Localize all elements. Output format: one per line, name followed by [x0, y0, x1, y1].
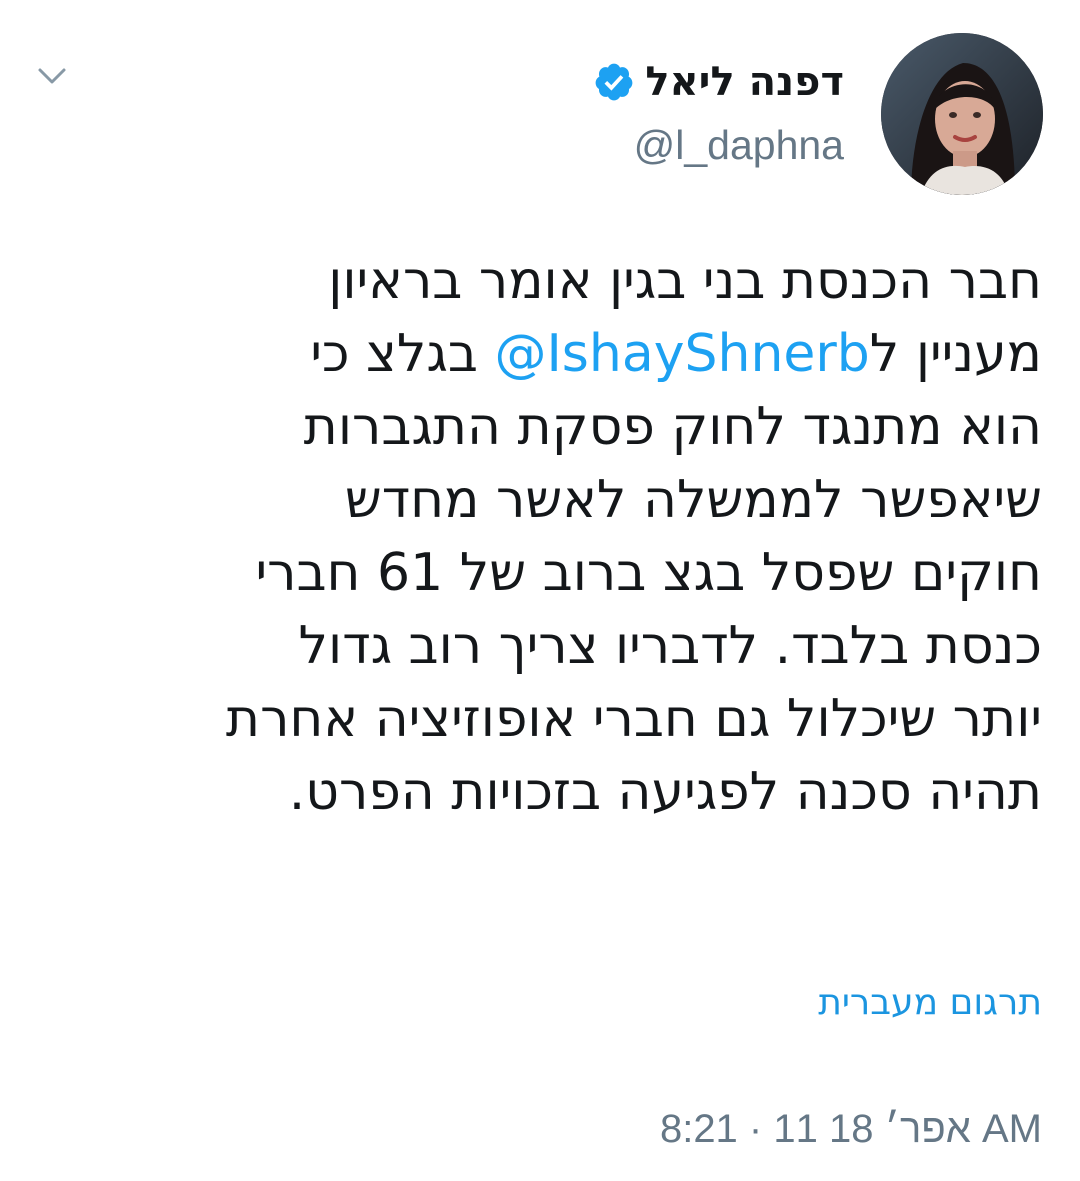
- tweet-line: כנסת בלבד. לדבריו צריך רוב גדול: [298, 616, 1042, 676]
- tweet-text: חבר הכנסת בני בגין אומר בראיון מעניין ל@…: [22, 245, 1042, 829]
- avatar[interactable]: [881, 33, 1043, 195]
- tweet-line: יותר שיכלול גם חברי אופוזיציה אחרת: [225, 689, 1042, 749]
- tweet-line: חוקים שפסל בגצ ברוב של 61 חברי: [255, 543, 1042, 603]
- tweet-line: הוא מתנגד לחוק פסקת התגברות: [303, 397, 1042, 457]
- chevron-down-icon[interactable]: [34, 58, 70, 94]
- profile-photo: [881, 33, 1043, 195]
- tweet-line: חבר הכנסת בני בגין אומר בראיון: [328, 251, 1042, 311]
- tweet-timestamp[interactable]: אפר׳ 18 11 · 8:21 AM: [660, 1104, 1042, 1154]
- author-display-name[interactable]: דפנה ליאל: [645, 57, 844, 107]
- translate-tweet-link[interactable]: תרגום מעברית: [818, 980, 1042, 1026]
- tweet-text-fragment: מעניין ל: [869, 324, 1042, 384]
- mention-link[interactable]: @IshayShnerb: [494, 324, 869, 384]
- author-handle[interactable]: @l_daphna: [634, 120, 844, 170]
- author-name-row[interactable]: דפנה ליאל: [593, 57, 844, 107]
- tweet-line: שיאפשר לממשלה לאשר מחדש: [344, 470, 1042, 530]
- tweet-line: תהיה סכנה לפגיעה בזכויות הפרט.: [288, 762, 1042, 822]
- tweet-text-fragment: בגלצ כי: [310, 324, 495, 384]
- verified-badge-icon: [595, 63, 633, 101]
- tweet-line: מעניין ל@IshayShnerb בגלצ כי: [22, 318, 1042, 391]
